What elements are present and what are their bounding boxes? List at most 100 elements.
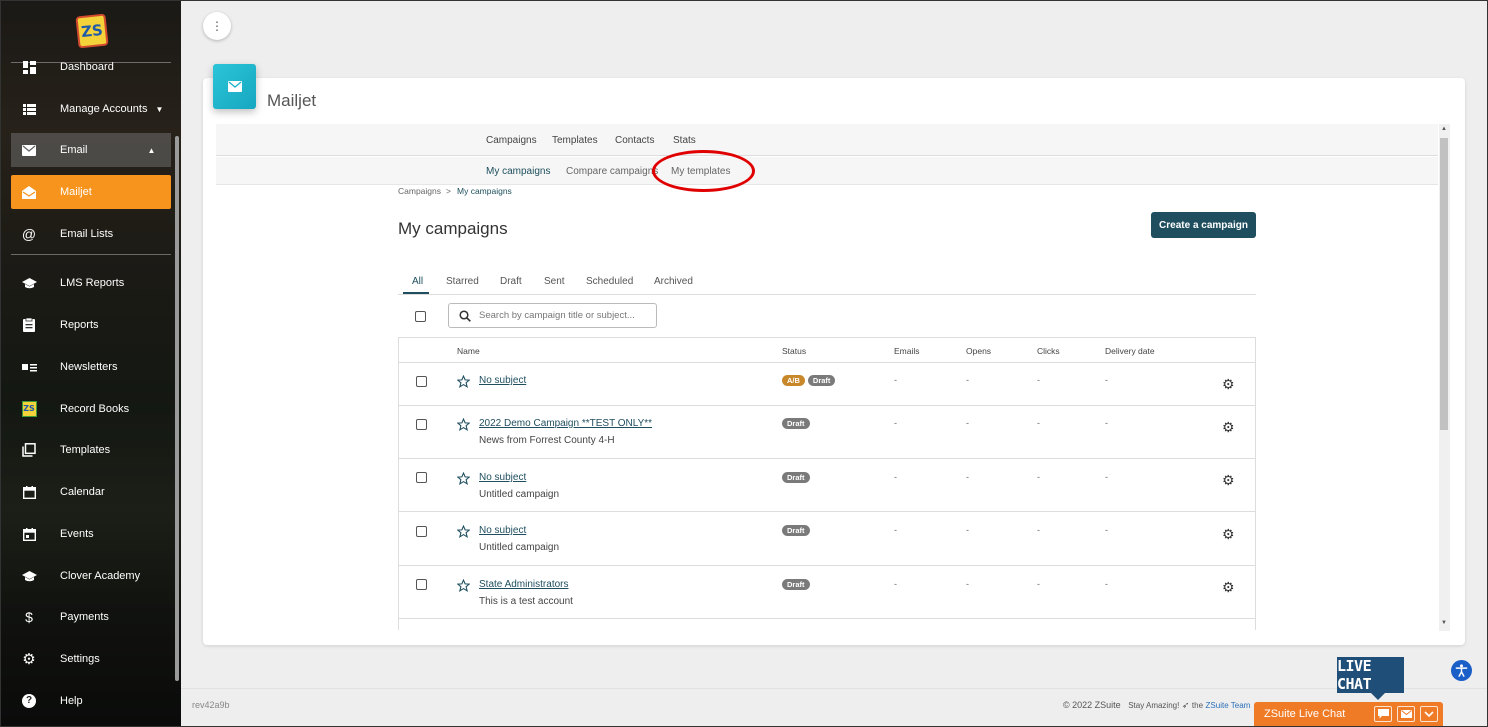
gear-icon[interactable]: ⚙: [1222, 526, 1235, 543]
opens-value: -: [966, 418, 969, 428]
nav-templates[interactable]: Templates: [552, 135, 598, 146]
campaigns-table: Name Status Emails Opens Clicks Delivery…: [398, 337, 1256, 630]
chat-button[interactable]: [1374, 706, 1392, 722]
status-badges: A/B Draft: [782, 375, 838, 386]
mailjet-scrollbar[interactable]: ▲ ▼: [1439, 124, 1450, 631]
tab-starred[interactable]: Starred: [446, 276, 479, 287]
scroll-down-icon[interactable]: ▼: [1441, 620, 1447, 626]
status-badge: Draft: [807, 375, 836, 386]
sidebar-item-payments[interactable]: $ Payments: [11, 600, 171, 634]
status-badge: Draft: [782, 472, 810, 483]
sidebar-item-events[interactable]: Events: [11, 517, 171, 551]
tab-draft[interactable]: Draft: [500, 276, 522, 287]
campaign-title-link[interactable]: No subject: [479, 525, 526, 536]
row-checkbox[interactable]: [416, 419, 427, 430]
select-all-checkbox[interactable]: [415, 311, 426, 322]
chevron-down-icon: ▼: [155, 104, 164, 114]
column-header-clicks[interactable]: Clicks: [1037, 346, 1060, 356]
nav-stats[interactable]: Stats: [673, 135, 696, 146]
sidebar-item-label: Help: [60, 695, 83, 707]
gear-icon[interactable]: ⚙: [1222, 376, 1235, 393]
chevron-up-icon: ▲: [147, 145, 156, 155]
sidebar-item-help[interactable]: ? Help: [11, 684, 171, 718]
kebab-icon: ⋮: [211, 19, 223, 33]
status-badges: Draft: [782, 525, 813, 536]
star-icon[interactable]: [457, 579, 470, 592]
scroll-up-icon[interactable]: ▲: [1441, 126, 1447, 132]
column-header-emails[interactable]: Emails: [894, 346, 920, 356]
live-chat-label: ZSuite Live Chat: [1264, 708, 1346, 720]
row-checkbox[interactable]: [416, 472, 427, 483]
more-options-button[interactable]: ⋮: [203, 12, 231, 40]
tab-sent[interactable]: Sent: [544, 276, 565, 287]
scrollbar-thumb[interactable]: [1440, 138, 1448, 430]
star-icon[interactable]: [457, 472, 470, 485]
accessibility-button[interactable]: [1451, 660, 1472, 681]
tab-scheduled[interactable]: Scheduled: [586, 276, 633, 287]
newsletter-icon: [21, 359, 37, 375]
gear-icon[interactable]: ⚙: [1222, 579, 1235, 596]
column-header-status[interactable]: Status: [782, 346, 806, 356]
sidebar-item-email-lists[interactable]: @ Email Lists: [11, 217, 171, 251]
sidebar-item-manage-accounts[interactable]: Manage Accounts ▼: [11, 92, 171, 126]
column-header-opens[interactable]: Opens: [966, 346, 991, 356]
delivery-value: -: [1105, 579, 1108, 589]
delivery-value: -: [1105, 375, 1108, 385]
status-badge: A/B: [782, 375, 805, 386]
sidebar-item-reports[interactable]: Reports: [11, 308, 171, 342]
sidebar-item-mailjet[interactable]: Mailjet: [11, 175, 171, 209]
live-chat-bubble[interactable]: LIVE CHAT: [1337, 657, 1404, 700]
nav-campaigns[interactable]: Campaigns: [486, 135, 537, 146]
opens-value: -: [966, 375, 969, 385]
campaign-title-link[interactable]: 2022 Demo Campaign **TEST ONLY**: [479, 418, 652, 429]
sidebar-item-clover-academy[interactable]: Clover Academy: [11, 559, 171, 593]
campaign-title-link[interactable]: No subject: [479, 375, 526, 386]
gear-icon[interactable]: ⚙: [1222, 419, 1235, 436]
star-icon[interactable]: [457, 418, 470, 431]
star-icon[interactable]: [457, 525, 470, 538]
row-checkbox[interactable]: [416, 526, 427, 537]
column-header-delivery-date[interactable]: Delivery date: [1105, 346, 1155, 356]
nav-contacts[interactable]: Contacts: [615, 135, 654, 146]
tab-all[interactable]: All: [412, 276, 423, 287]
sidebar-item-label: Record Books: [60, 403, 130, 415]
subnav-my-campaigns[interactable]: My campaigns: [486, 166, 550, 177]
email-button[interactable]: [1397, 706, 1415, 722]
delivery-value: -: [1105, 418, 1108, 428]
page-heading: My campaigns: [398, 219, 508, 238]
campaign-title-link[interactable]: No subject: [479, 472, 526, 483]
row-checkbox[interactable]: [416, 579, 427, 590]
sidebar-item-lms-reports[interactable]: LMS Reports: [11, 266, 171, 300]
clicks-value: -: [1037, 418, 1040, 428]
chevron-down-icon: [1424, 710, 1434, 717]
gear-icon[interactable]: ⚙: [1222, 472, 1235, 489]
search-input[interactable]: Search by campaign title or subject...: [448, 303, 657, 328]
sidebar-item-email[interactable]: Email ▲: [11, 133, 171, 167]
subnav-compare-campaigns[interactable]: Compare campaigns: [566, 166, 658, 177]
tab-archived[interactable]: Archived: [654, 276, 693, 287]
divider: [399, 511, 1255, 512]
sidebar-item-templates[interactable]: Templates: [11, 433, 171, 467]
minimize-button[interactable]: [1420, 706, 1438, 722]
column-header-name[interactable]: Name: [457, 346, 480, 356]
zsuite-team-link[interactable]: ZSuite Team: [1206, 701, 1251, 710]
breadcrumb-campaigns[interactable]: Campaigns: [398, 186, 441, 196]
live-chat-bar[interactable]: ZSuite Live Chat: [1254, 702, 1443, 726]
sidebar-item-settings[interactable]: ⚙ Settings: [11, 642, 171, 676]
star-icon[interactable]: [457, 375, 470, 388]
zsuite-logo[interactable]: ZS: [75, 13, 109, 49]
row-checkbox[interactable]: [416, 376, 427, 387]
sidebar-item-record-books[interactable]: ZS Record Books: [11, 392, 171, 426]
sidebar-scrollbar[interactable]: [175, 136, 179, 681]
sidebar-item-newsletters[interactable]: Newsletters: [11, 350, 171, 384]
sidebar-item-dashboard[interactable]: Dashboard: [11, 50, 171, 84]
calendar-icon: [21, 484, 37, 500]
chat-icon: [1377, 709, 1389, 719]
status-badges: Draft: [782, 579, 813, 590]
sidebar-item-calendar[interactable]: Calendar: [11, 475, 171, 509]
page-title: Mailjet: [267, 91, 317, 110]
campaign-title-link[interactable]: State Administrators: [479, 579, 568, 590]
status-badges: Draft: [782, 472, 813, 483]
create-campaign-button[interactable]: Create a campaign: [1151, 212, 1256, 238]
sidebar-item-label: Email: [60, 144, 88, 156]
